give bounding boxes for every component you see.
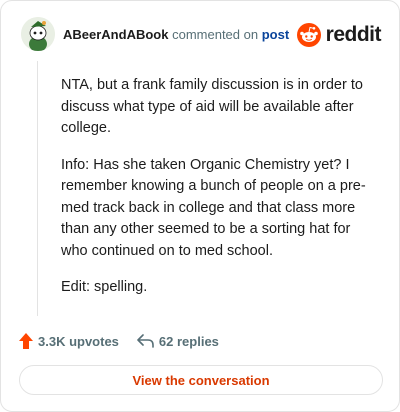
comment-body: NTA, but a frank family discussion is in… bbox=[61, 75, 371, 314]
thread-line bbox=[37, 61, 38, 316]
embedded-comment-card: ABeerAndABook commented on post reddit N… bbox=[0, 0, 400, 412]
post-link[interactable]: post bbox=[262, 27, 289, 42]
replies-count: 62 replies bbox=[158, 333, 219, 349]
reply-arrow-icon bbox=[137, 334, 154, 348]
upvotes-count: 3.3K upvotes bbox=[38, 333, 119, 349]
comment-paragraph-3: Edit: spelling. bbox=[61, 279, 148, 295]
reddit-logo[interactable]: reddit bbox=[296, 21, 382, 49]
snoo-avatar-icon bbox=[21, 17, 55, 51]
comment-header: ABeerAndABook commented on post reddit bbox=[21, 17, 383, 53]
author-name[interactable]: ABeerAndABook bbox=[63, 27, 168, 42]
author-line: ABeerAndABook commented on post bbox=[63, 27, 289, 43]
comment-stats: 3.3K upvotes 62 replies bbox=[19, 331, 219, 351]
reddit-wordmark: reddit bbox=[325, 23, 382, 46]
comment-paragraph-2: Info: Has she taken Organic Chemistry ye… bbox=[61, 156, 366, 259]
upvote-arrow-icon bbox=[19, 333, 33, 349]
action-text: commented on bbox=[172, 27, 259, 42]
upvotes-stat[interactable]: 3.3K upvotes bbox=[19, 333, 119, 349]
avatar[interactable] bbox=[21, 17, 55, 51]
view-conversation-button[interactable]: View the conversation bbox=[19, 365, 383, 395]
comment-paragraph-1: NTA, but a frank family discussion is in… bbox=[61, 77, 363, 136]
replies-stat[interactable]: 62 replies bbox=[137, 334, 219, 349]
reddit-logo-icon bbox=[296, 23, 321, 47]
